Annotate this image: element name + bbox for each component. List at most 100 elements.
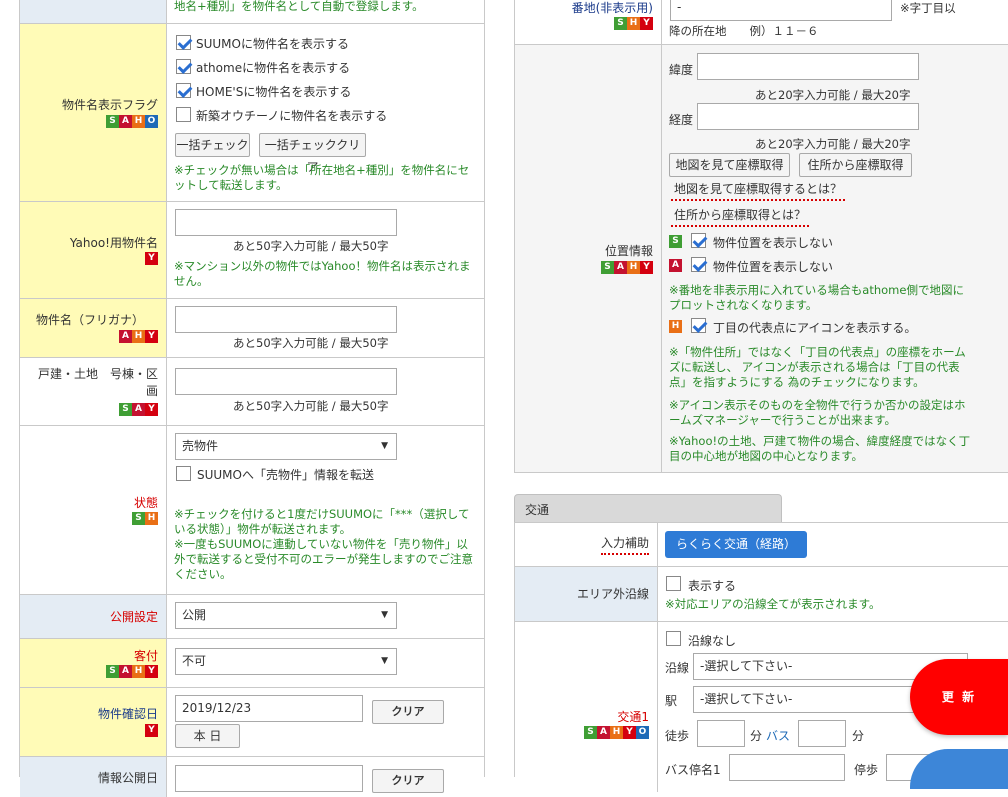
top-note: 地名+種別」を物件名として自動で登録します。 xyxy=(174,0,424,13)
badge-y: Y xyxy=(145,330,158,343)
yahoo-name-input[interactable] xyxy=(175,209,397,236)
pub-date-input[interactable] xyxy=(175,765,363,792)
row-geo: 位置情報 SAHY 緯度 あと20字入力可能 / 最大20字 経度 あと20字入… xyxy=(515,45,1008,473)
badge-y: Y xyxy=(145,403,158,416)
gou-label: 戸建・土地 号棟・区画 xyxy=(37,367,158,398)
hide-position-athome-checkbox[interactable] xyxy=(691,257,706,272)
badge-a: A xyxy=(597,726,610,739)
confirm-date-input[interactable]: 2019/12/23 xyxy=(175,695,363,722)
addr-coord-button[interactable]: 住所から座標取得 xyxy=(799,153,912,177)
flag-badges: SAHO xyxy=(106,115,158,128)
badge-y: Y xyxy=(145,665,158,678)
state-select[interactable]: 売物件 ▼ xyxy=(175,433,397,460)
confirm-clear-button[interactable]: クリア xyxy=(372,700,444,724)
no-line-checkbox[interactable] xyxy=(666,631,681,646)
lng-label: 経度 xyxy=(669,113,694,127)
banchi-example: 降の所在地 例）１１－６ xyxy=(669,24,819,38)
badge-o: O xyxy=(145,115,158,128)
row-area: エリア外沿線 表示する ※対応エリアの沿線全てが表示されます。 xyxy=(515,567,1008,622)
state-note: ※チェックを付けると1度だけSUUMOに「***（選択している状態）」物件が転送… xyxy=(174,507,473,581)
area-display-checkbox[interactable] xyxy=(666,576,681,591)
badge-y: Y xyxy=(640,261,653,274)
easy-route-button[interactable]: らくらく交通（経路） xyxy=(665,531,807,558)
public-select[interactable]: 公開 ▼ xyxy=(175,602,397,629)
bulk-clear-button[interactable]: 一括チェッククリア xyxy=(259,133,366,174)
tab-kotsu-label: 交通 xyxy=(525,503,550,517)
kifu-select[interactable]: 不可 ▼ xyxy=(175,648,397,675)
badge-y: Y xyxy=(640,17,653,30)
row-pub-date: 情報公開日 クリア xyxy=(20,757,484,797)
suumo-name-checkbox[interactable] xyxy=(176,35,191,50)
banchi-label: 番地(非表示用) xyxy=(571,1,653,15)
suumo-transfer-checkbox[interactable] xyxy=(176,466,191,481)
gou-badges: SAY xyxy=(119,403,158,416)
kana-input[interactable] xyxy=(175,306,397,333)
badge-s: S xyxy=(106,665,119,678)
area-label: エリア外沿線 xyxy=(576,587,649,601)
state-label: 状態 xyxy=(133,496,158,510)
confirm-label: 物件確認日 xyxy=(97,707,158,721)
badge-s: S xyxy=(106,115,119,128)
badge-s: S xyxy=(601,261,614,274)
min-label-1: 分 xyxy=(750,729,763,743)
athome-name-checkbox[interactable] xyxy=(176,59,191,74)
badge-h: H xyxy=(627,17,640,30)
walk-minutes-input[interactable] xyxy=(697,720,745,747)
geo-note-1: ※番地を非表示用に入れている場合もathome側で地図にプロットされなくなります… xyxy=(669,283,964,312)
state-selected: 売物件 xyxy=(182,439,219,453)
station-label: 駅 xyxy=(665,694,678,708)
gou-input[interactable] xyxy=(175,368,397,395)
badge-h: H xyxy=(145,512,158,525)
bulk-check-button[interactable]: 一括チェック xyxy=(175,133,250,157)
geo-label: 位置情報 xyxy=(604,244,653,258)
suumo-transfer-label: SUUMOへ「売物件」情報を転送 xyxy=(197,468,374,482)
tab-kotsu[interactable]: 交通 xyxy=(514,494,782,522)
right-location-table: 番地(非表示用) SHY - ※字丁目以 降の所在地 例）１１－６ 位置情報 S… xyxy=(514,0,1008,473)
addr-coord-help-link[interactable]: 住所から座標取得とは？ xyxy=(671,206,810,227)
today-button[interactable]: 本 日 xyxy=(175,724,240,748)
chome-icon-checkbox[interactable] xyxy=(691,318,706,333)
badge-h: H xyxy=(610,726,623,739)
badge-o: O xyxy=(636,726,649,739)
row-assist: 入力補助 らくらく交通（経路） xyxy=(515,523,1008,567)
pubdate-clear-button[interactable]: クリア xyxy=(372,769,444,793)
lng-input[interactable] xyxy=(697,103,919,130)
confirm-badges: Y xyxy=(145,724,158,737)
badge-a: A xyxy=(669,259,682,272)
update-button[interactable]: 更 新 xyxy=(910,659,1008,735)
busstop-label: バス停名1 xyxy=(665,763,721,777)
map-coord-button[interactable]: 地図を見て座標取得 xyxy=(669,153,790,177)
area-note: ※対応エリアの沿線全てが表示されます。 xyxy=(665,597,881,611)
kifu-badges: SAHY xyxy=(106,665,158,678)
map-coord-help-link[interactable]: 地図を見て座標取得するとは？ xyxy=(671,180,846,201)
kifu-label: 客付 xyxy=(133,649,158,663)
row-confirm-date: 物件確認日 Y 2019/12/23 クリア 本 日 xyxy=(20,688,484,757)
geo-note-2: ※「物件住所」ではなく「丁目の代表点」の座標をホームズに転送し、 アイコンが表示… xyxy=(669,345,966,389)
chevron-down-icon: ▼ xyxy=(381,656,388,666)
hide-position-suumo-checkbox[interactable] xyxy=(691,233,706,248)
stop-walk-label: 停歩 xyxy=(854,763,879,777)
homes-name-checkbox[interactable] xyxy=(176,83,191,98)
yahoo-counter: あと50字入力可能 / 最大50字 xyxy=(233,239,389,253)
geo-badges: SAHY xyxy=(601,261,653,274)
bus-label: バス xyxy=(766,729,791,743)
state-badges: SH xyxy=(132,512,158,525)
right-kotsu-table: 入力補助 らくらく交通（経路） エリア外沿線 表示する ※対応エリアの沿線全てが… xyxy=(514,522,1008,792)
hide-position-suumo-label: 物件位置を表示しない xyxy=(713,236,834,250)
row-top-note: 地名+種別」を物件名として自動で登録します。 xyxy=(20,0,484,24)
badge-s: S xyxy=(132,512,145,525)
yahoo-badges: Y xyxy=(145,252,158,265)
bus-minutes-input[interactable] xyxy=(798,720,846,747)
kifu-selected: 不可 xyxy=(182,654,207,668)
assist-label: 入力補助 xyxy=(600,534,649,555)
yahoo-note: ※マンション以外の物件ではYahoo！物件名は表示されません。 xyxy=(174,259,471,288)
t1-badges: SAHYO xyxy=(584,726,649,739)
kana-label: 物件名（フリガナ） xyxy=(35,313,144,327)
badge-h: H xyxy=(132,665,145,678)
badge-a: A xyxy=(119,115,132,128)
row-public: 公開設定 公開 ▼ xyxy=(20,595,484,639)
chome-icon-label: 丁目の代表点にアイコンを表示する。 xyxy=(713,321,917,335)
banchi-input[interactable]: - xyxy=(670,0,892,21)
lat-input[interactable] xyxy=(697,53,919,80)
ouchino-name-checkbox[interactable] xyxy=(176,107,191,122)
